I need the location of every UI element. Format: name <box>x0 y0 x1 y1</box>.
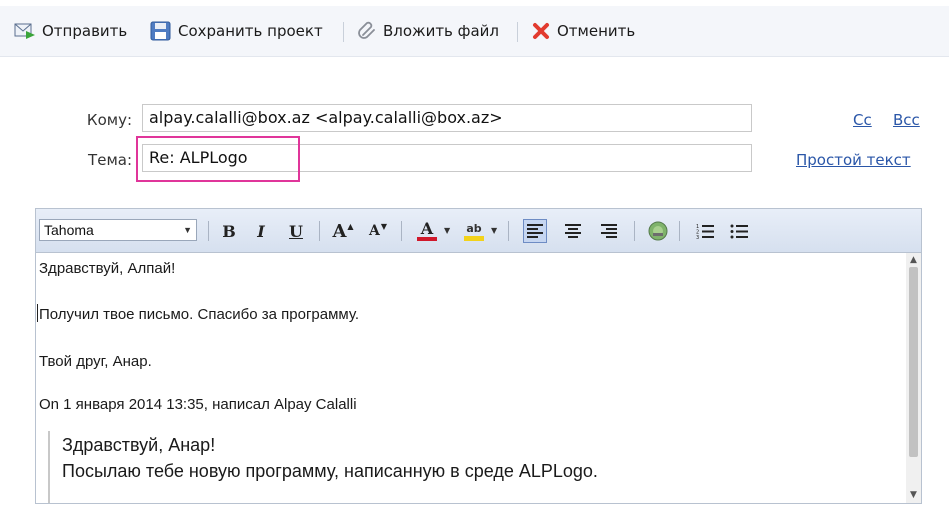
highlight-dropdown-icon[interactable]: ▼ <box>491 226 497 235</box>
send-icon <box>14 23 35 39</box>
scroll-thumb[interactable] <box>909 267 918 457</box>
editor-scrollbar[interactable]: ▲ ▼ <box>906 253 921 503</box>
grow-font-icon: A <box>332 220 347 242</box>
bcc-link[interactable]: Bcc <box>893 111 920 129</box>
shrink-font-icon: A <box>368 223 380 239</box>
font-color-icon: A <box>420 219 434 238</box>
save-icon <box>150 21 171 41</box>
cancel-button[interactable]: Отменить <box>531 18 635 44</box>
grow-font-button[interactable]: A ▲ <box>331 219 355 243</box>
numbered-list-button[interactable]: 1 2 3 <box>693 219 717 243</box>
align-center-icon <box>565 224 581 238</box>
bullet-list-icon <box>730 224 748 239</box>
caret-up-icon: ▲ <box>347 221 354 231</box>
subject-label: Тема: <box>88 151 132 169</box>
italic-button[interactable]: I <box>249 219 273 243</box>
align-left-button[interactable] <box>523 219 547 243</box>
font-color-button[interactable]: A <box>411 219 443 243</box>
toolbar-separator <box>343 22 344 42</box>
quote-line: Здравствуй, Анар! <box>62 435 216 455</box>
plain-text-link[interactable]: Простой текст <box>796 151 911 169</box>
quoted-message: Здравствуй, Анар! Посылаю тебе новую про… <box>48 431 890 503</box>
bold-button[interactable]: B <box>217 219 241 243</box>
text-caret <box>37 304 38 322</box>
toolbar-separator <box>517 22 518 42</box>
underline-button[interactable]: U <box>284 219 308 243</box>
shrink-font-button[interactable]: A ▼ <box>366 219 390 243</box>
main-toolbar: Отправить Сохранить проект Вложить файл … <box>0 0 949 62</box>
editor-body[interactable]: Здравствуй, Алпай! Получил твое письмо. … <box>36 253 906 503</box>
quote-line: Посылаю тебе новую программу, написанную… <box>62 461 598 481</box>
attach-file-button[interactable]: Вложить файл <box>357 18 499 44</box>
paperclip-icon <box>358 21 375 39</box>
italic-icon: I <box>257 221 265 241</box>
editor-separator <box>634 221 635 241</box>
cc-link[interactable]: Cc <box>853 111 872 129</box>
greeting-line: Здравствуй, Алпай! <box>39 260 176 277</box>
highlight-color-bar <box>464 235 484 241</box>
send-label: Отправить <box>42 22 128 40</box>
font-color-dropdown-icon[interactable]: ▼ <box>444 226 450 235</box>
font-family-value: Tahoma <box>44 222 94 238</box>
align-right-button[interactable] <box>597 219 621 243</box>
quote-header-line: On 1 января 2014 13:35, написал Alpay Ca… <box>39 396 357 413</box>
highlight-color-icon: ab <box>466 221 482 235</box>
message-editor: Tahoma ▼ B I U A ▲ A ▼ A ▼ ab ▼ 1 2 3 Зд… <box>35 208 922 504</box>
editor-toolbar: Tahoma ▼ B I U A ▲ A ▼ A ▼ ab ▼ 1 2 3 <box>36 209 921 253</box>
bold-icon: B <box>222 221 236 241</box>
scroll-up-icon[interactable]: ▲ <box>909 255 918 265</box>
to-field[interactable]: alpay.calalli@box.az <alpay.calalli@box.… <box>142 104 752 132</box>
insert-image-button[interactable] <box>646 219 670 243</box>
cancel-label: Отменить <box>557 22 636 40</box>
editor-separator <box>401 221 402 241</box>
body-line: Получил твое письмо. Спасибо за программ… <box>39 306 360 323</box>
editor-separator <box>208 221 209 241</box>
bullet-list-button[interactable] <box>727 219 751 243</box>
editor-separator <box>319 221 320 241</box>
font-color-bar <box>417 237 437 241</box>
underline-icon: U <box>289 221 303 241</box>
save-project-button[interactable]: Сохранить проект <box>150 18 323 44</box>
image-icon <box>648 221 668 241</box>
caret-down-icon: ▼ <box>380 221 388 231</box>
scroll-down-icon[interactable]: ▼ <box>909 490 918 500</box>
send-button[interactable]: Отправить <box>14 18 127 44</box>
editor-separator <box>679 221 680 241</box>
align-left-icon <box>527 224 543 238</box>
editor-separator <box>508 221 509 241</box>
font-family-select[interactable]: Tahoma ▼ <box>39 219 197 241</box>
close-icon <box>533 23 549 39</box>
signature-line: Твой друг, Анар. <box>39 353 152 370</box>
numbered-list-icon: 1 2 3 <box>696 224 714 239</box>
align-right-icon <box>601 224 617 238</box>
to-label: Кому: <box>86 111 132 129</box>
chevron-down-icon: ▼ <box>183 225 192 235</box>
svg-text:3: 3 <box>696 235 699 239</box>
subject-highlight-box <box>136 136 300 182</box>
highlight-color-button[interactable]: ab <box>458 219 490 243</box>
save-project-label: Сохранить проект <box>178 22 323 40</box>
attach-file-label: Вложить файл <box>383 22 500 40</box>
align-center-button[interactable] <box>561 219 585 243</box>
